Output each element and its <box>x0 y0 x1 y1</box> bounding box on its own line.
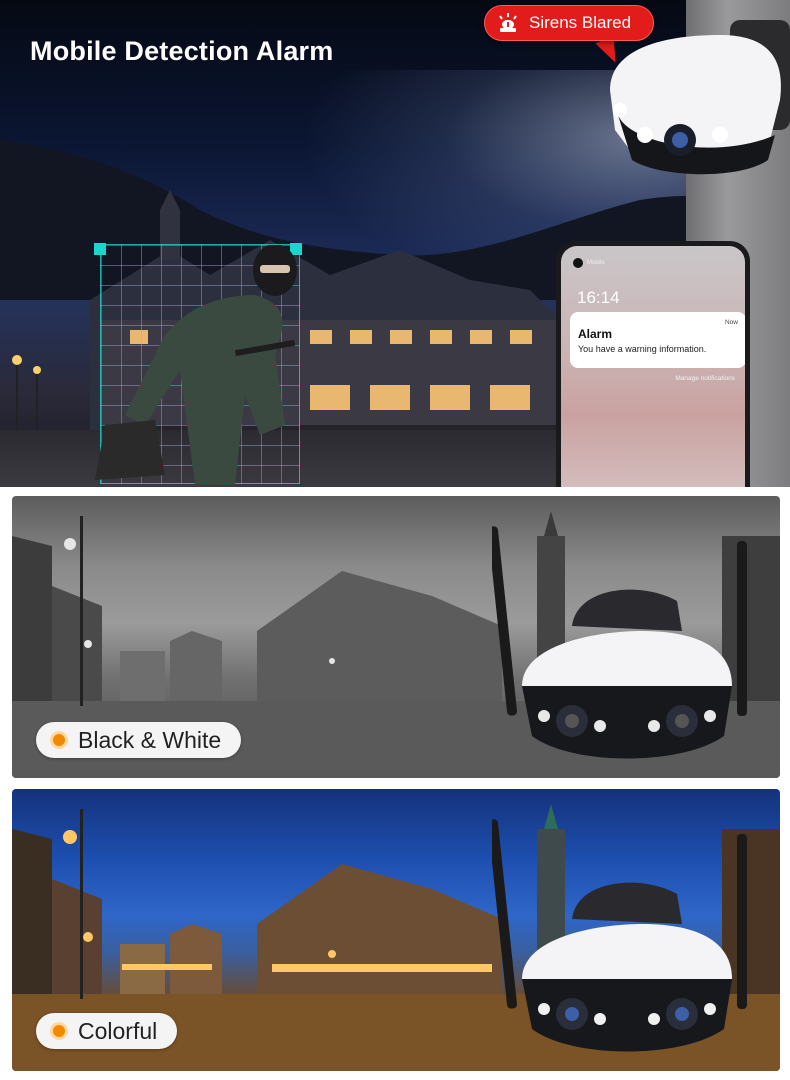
status-carrier: Mobile <box>587 260 605 266</box>
notification-title: Alarm <box>578 327 613 341</box>
outdoor-camera-bw <box>492 526 747 759</box>
masked-intruder-figure <box>95 245 297 485</box>
siren-badge-label: Sirens Blared <box>529 13 632 32</box>
smartphone: Mobile 16:14 Now Alarm You have a warnin… <box>556 241 750 487</box>
colorful-mode-panel: Colorful <box>12 789 780 1071</box>
sirens-blared-badge: Sirens Blared <box>484 5 654 41</box>
wall-camera-illuminated <box>610 20 790 175</box>
mode-label-black-white: Black & White <box>36 722 242 758</box>
black-white-mode-panel: Black & White <box>12 496 780 778</box>
notification-body: You have a warning information. <box>578 344 707 354</box>
phone-screen: Mobile 16:14 Now Alarm You have a warnin… <box>561 246 745 487</box>
outdoor-camera-color <box>492 819 747 1052</box>
mode-indicator-dot <box>50 1022 68 1040</box>
mode-label-colorful: Colorful <box>36 1013 178 1049</box>
alarm-notification[interactable]: Now Alarm You have a warning information… <box>570 312 745 368</box>
page-title: Mobile Detection Alarm <box>30 36 334 66</box>
mode-indicator-dot <box>50 731 68 749</box>
mode-label-text: Black & White <box>78 726 222 753</box>
manage-notifications-link[interactable]: Manage notifications <box>675 375 735 382</box>
lockscreen-time: 16:14 <box>577 288 620 307</box>
front-camera-dot <box>573 258 583 268</box>
siren-icon <box>499 13 517 32</box>
notification-time: Now <box>724 319 738 326</box>
phone-status-bar: Mobile <box>573 258 605 268</box>
alarm-scene-panel: Sirens Blared Mobile Detection Alarm Mob… <box>0 0 790 487</box>
mode-label-text: Colorful <box>78 1017 158 1044</box>
